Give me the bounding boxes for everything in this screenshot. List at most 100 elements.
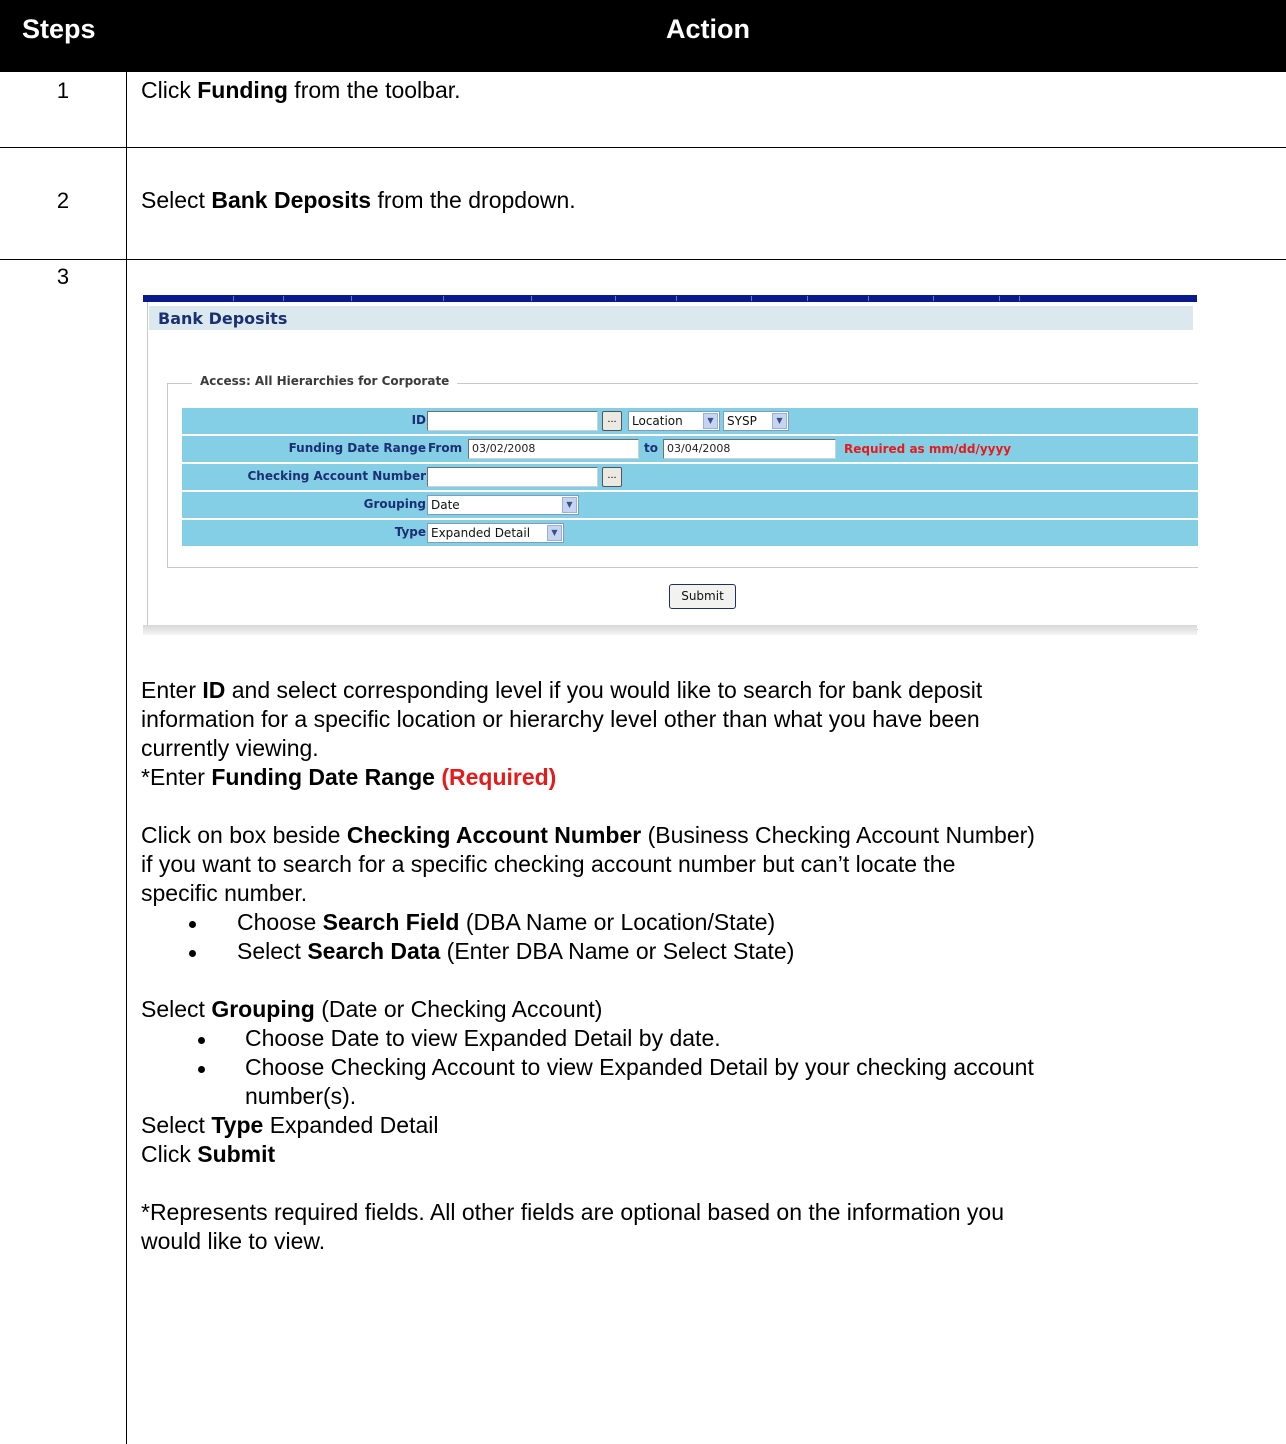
instruction-line: Click on box beside Checking Account Num… [141, 821, 1035, 850]
bullet-item: Choose Date to view Expanded Detail by d… [245, 1025, 721, 1051]
keyword: Type [211, 1112, 264, 1138]
id-lookup-button[interactable]: ... [602, 411, 622, 431]
from-label: From [428, 441, 463, 455]
chevron-down-icon: ▼ [772, 413, 787, 429]
instruction-line: information for a specific location or h… [141, 706, 980, 732]
instruction-line: Enter ID and select corresponding level … [141, 676, 982, 705]
row-divider [0, 147, 1286, 148]
date-range-label: Funding Date Range [288, 441, 426, 455]
required-note: Required as mm/dd/yyyy [844, 442, 1012, 456]
text: (Enter DBA Name or Select State) [440, 938, 795, 964]
step-number: 3 [56, 264, 70, 289]
type-row: Type Expanded Detail ▼ [182, 520, 1198, 546]
instruction-line: Select Type Expanded Detail [141, 1111, 439, 1140]
step-2-action: Select Bank Deposits from the dropdown. [141, 186, 576, 215]
level-select[interactable]: Location ▼ [628, 411, 720, 431]
grouping-row: Grouping Date ▼ [182, 492, 1198, 518]
from-date-input[interactable]: 03/02/2008 [468, 439, 639, 459]
chevron-down-icon: ▼ [703, 413, 718, 429]
to-label: to [644, 441, 658, 455]
instruction-line: *Enter Funding Date Range (Required) [141, 763, 556, 792]
id-input[interactable] [427, 411, 598, 431]
app-toolbar [143, 295, 1197, 302]
column-divider [126, 72, 127, 1444]
instruction-line: Click Submit [141, 1140, 275, 1169]
search-fieldset: Access: All Hierarchies for Corporate ID… [167, 374, 1198, 568]
chevron-down-icon: ▼ [562, 497, 577, 513]
access-legend: Access: All Hierarchies for Corporate [192, 374, 458, 388]
type-select-value: Expanded Detail [431, 526, 531, 540]
instruction-line: *Represents required fields. All other f… [141, 1199, 1005, 1225]
bullet-item: Choose Checking Account to view Expanded… [245, 1054, 1034, 1080]
checking-label: Checking Account Number [247, 469, 427, 483]
checking-input[interactable] [427, 467, 598, 487]
page-title-bar: Bank Deposits [149, 306, 1193, 330]
bullet-item-continued: number(s). [245, 1083, 357, 1109]
bullet-item: Choose Search Field (DBA Name or Locatio… [237, 908, 775, 937]
step-text: from the dropdown. [371, 187, 576, 213]
text: Enter [141, 677, 203, 703]
page-title: Bank Deposits [158, 309, 288, 328]
text: Click [141, 1141, 198, 1167]
instruction-line: specific number. [141, 880, 308, 906]
to-date-input[interactable]: 03/04/2008 [663, 439, 836, 459]
bullet-icon [198, 1066, 205, 1073]
bank-deposits-screenshot: Bank Deposits Access: All Hierarchies fo… [143, 290, 1198, 635]
step-1-action: Click Funding from the toolbar. [141, 76, 461, 105]
text: *Enter [141, 764, 212, 790]
text: Click on box beside [141, 822, 347, 848]
bullet-icon [198, 1037, 205, 1044]
row-divider [0, 259, 1286, 260]
instruction-line: Select Grouping (Date or Checking Accoun… [141, 995, 602, 1024]
text: Select [141, 996, 212, 1022]
bullet-icon [189, 950, 196, 957]
text: (Business Checking Account Number) [641, 822, 1035, 848]
instruction-line: would like to view. [141, 1228, 326, 1254]
step-number: 2 [56, 188, 70, 213]
keyword: Search Data [307, 938, 441, 964]
step-text: Select [141, 187, 212, 213]
action-header: Action [666, 14, 750, 44]
id-row: ID ... Location ▼ SYSP ▼ [182, 408, 1198, 434]
keyword: Submit [197, 1141, 276, 1167]
text: Select [237, 938, 308, 964]
chevron-down-icon: ▼ [547, 525, 562, 541]
grouping-select[interactable]: Date ▼ [427, 495, 579, 515]
sysp-select-value: SYSP [727, 414, 757, 428]
submit-button[interactable]: Submit [669, 584, 736, 609]
sysp-select[interactable]: SYSP ▼ [723, 411, 789, 431]
step-number: 1 [56, 78, 70, 103]
bullet-item: Select Search Data (Enter DBA Name or Se… [237, 937, 794, 966]
id-label: ID [411, 413, 426, 427]
text: Expanded Detail [263, 1112, 439, 1138]
table-header: Steps Action [0, 0, 1286, 72]
steps-header: Steps [22, 14, 96, 44]
instruction-line: currently viewing. [141, 735, 319, 761]
grouping-label: Grouping [363, 497, 426, 511]
search-form: ID ... Location ▼ SYSP ▼ Funding Date Ra… [182, 408, 1198, 548]
keyword: Checking Account Number [346, 822, 642, 848]
step-keyword: Funding [197, 77, 288, 103]
level-select-value: Location [632, 414, 683, 428]
step-text: Click [141, 77, 198, 103]
bullet-icon [189, 921, 196, 928]
keyword: Funding Date Range [211, 764, 442, 790]
checking-lookup-button[interactable]: ... [602, 467, 622, 487]
panel-shadow [143, 625, 1197, 635]
text: and select corresponding level if you wo… [225, 677, 983, 703]
checking-row: Checking Account Number ... [182, 464, 1198, 490]
keyword: Search Field [322, 909, 460, 935]
instruction-line: if you want to search for a specific che… [141, 851, 956, 877]
type-label: Type [394, 525, 426, 539]
date-range-row: Funding Date Range From 03/02/2008 to 03… [182, 436, 1198, 462]
text: (DBA Name or Location/State) [459, 909, 776, 935]
keyword: Grouping [211, 996, 315, 1022]
step-text: from the toolbar. [287, 77, 461, 103]
keyword: ID [202, 677, 226, 703]
text: (Date or Checking Account) [314, 996, 603, 1022]
required-label: (Required) [441, 764, 557, 790]
text: Select [141, 1112, 212, 1138]
grouping-select-value: Date [431, 498, 460, 512]
text: Choose [237, 909, 323, 935]
type-select[interactable]: Expanded Detail ▼ [427, 523, 564, 543]
